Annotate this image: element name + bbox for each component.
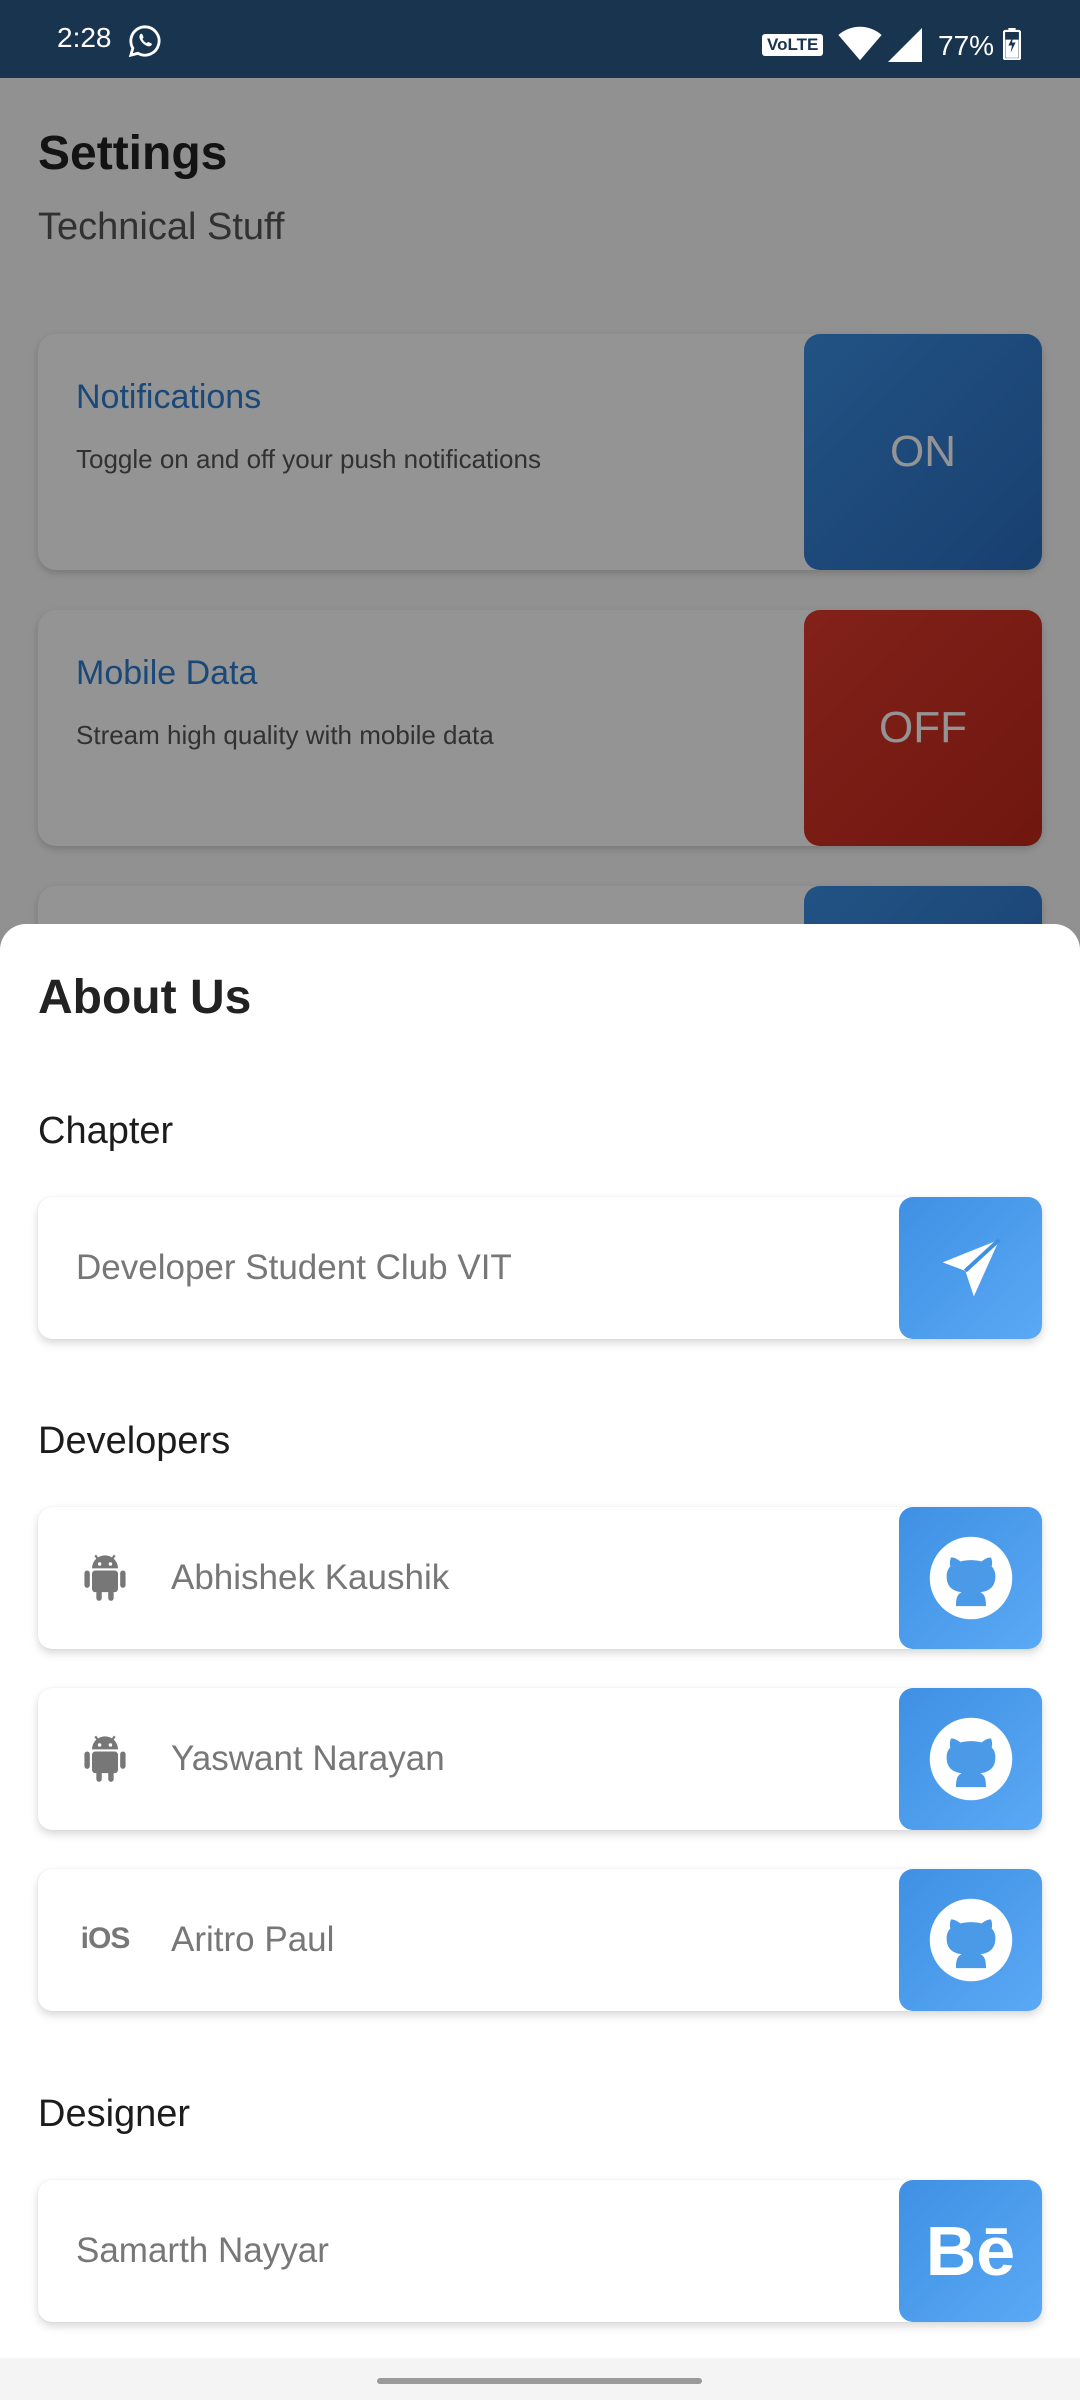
about-us-sheet: About Us Chapter Developer Student Club …	[0, 924, 1080, 2400]
github-icon	[929, 1536, 1012, 1620]
github-button[interactable]	[899, 1688, 1042, 1830]
developer-card: iOS Aritro Paul	[38, 1869, 1042, 2011]
developer-name: Yaswant Narayan	[171, 1739, 445, 1778]
whatsapp-icon	[128, 25, 161, 58]
designer-card: Samarth Nayyar Bē	[38, 2180, 1042, 2322]
sheet-title: About Us	[38, 971, 252, 1024]
github-icon	[929, 1898, 1012, 1982]
chapter-section-label: Chapter	[38, 1110, 174, 1152]
designer-name: Samarth Nayyar	[76, 2231, 329, 2270]
developer-card: Yaswant Narayan	[38, 1688, 1042, 1830]
cell-signal-icon	[888, 28, 922, 62]
chapter-card: Developer Student Club VIT	[38, 1197, 1042, 1339]
designer-section-label: Designer	[38, 2093, 191, 2135]
status-bar: 2:28 VoLTE 77%	[0, 0, 1080, 78]
home-gesture-handle[interactable]	[377, 2378, 702, 2384]
volte-badge: VoLTE	[762, 34, 824, 56]
behance-icon: Bē	[925, 2212, 1016, 2290]
github-button[interactable]	[899, 1507, 1042, 1649]
developer-name: Aritro Paul	[171, 1920, 335, 1959]
wifi-icon	[838, 26, 882, 61]
developer-card: Abhishek Kaushik	[38, 1507, 1042, 1649]
android-icon	[76, 1729, 134, 1787]
github-button[interactable]	[899, 1869, 1042, 2011]
ios-label: iOS	[80, 1922, 131, 1955]
chapter-link-button[interactable]	[899, 1197, 1042, 1339]
send-icon	[942, 1238, 1001, 1297]
behance-button[interactable]: Bē	[899, 2180, 1042, 2322]
android-icon	[76, 1548, 134, 1606]
battery-charging-icon	[1003, 28, 1021, 60]
chapter-name: Developer Student Club VIT	[76, 1248, 512, 1287]
status-time: 2:28	[57, 22, 112, 53]
navigation-bar	[0, 2358, 1080, 2400]
battery-percent: 77%	[938, 30, 995, 61]
developers-section-label: Developers	[38, 1420, 231, 1462]
ios-icon: iOS	[76, 1910, 134, 1968]
developer-name: Abhishek Kaushik	[171, 1558, 450, 1597]
github-icon	[929, 1717, 1012, 1801]
